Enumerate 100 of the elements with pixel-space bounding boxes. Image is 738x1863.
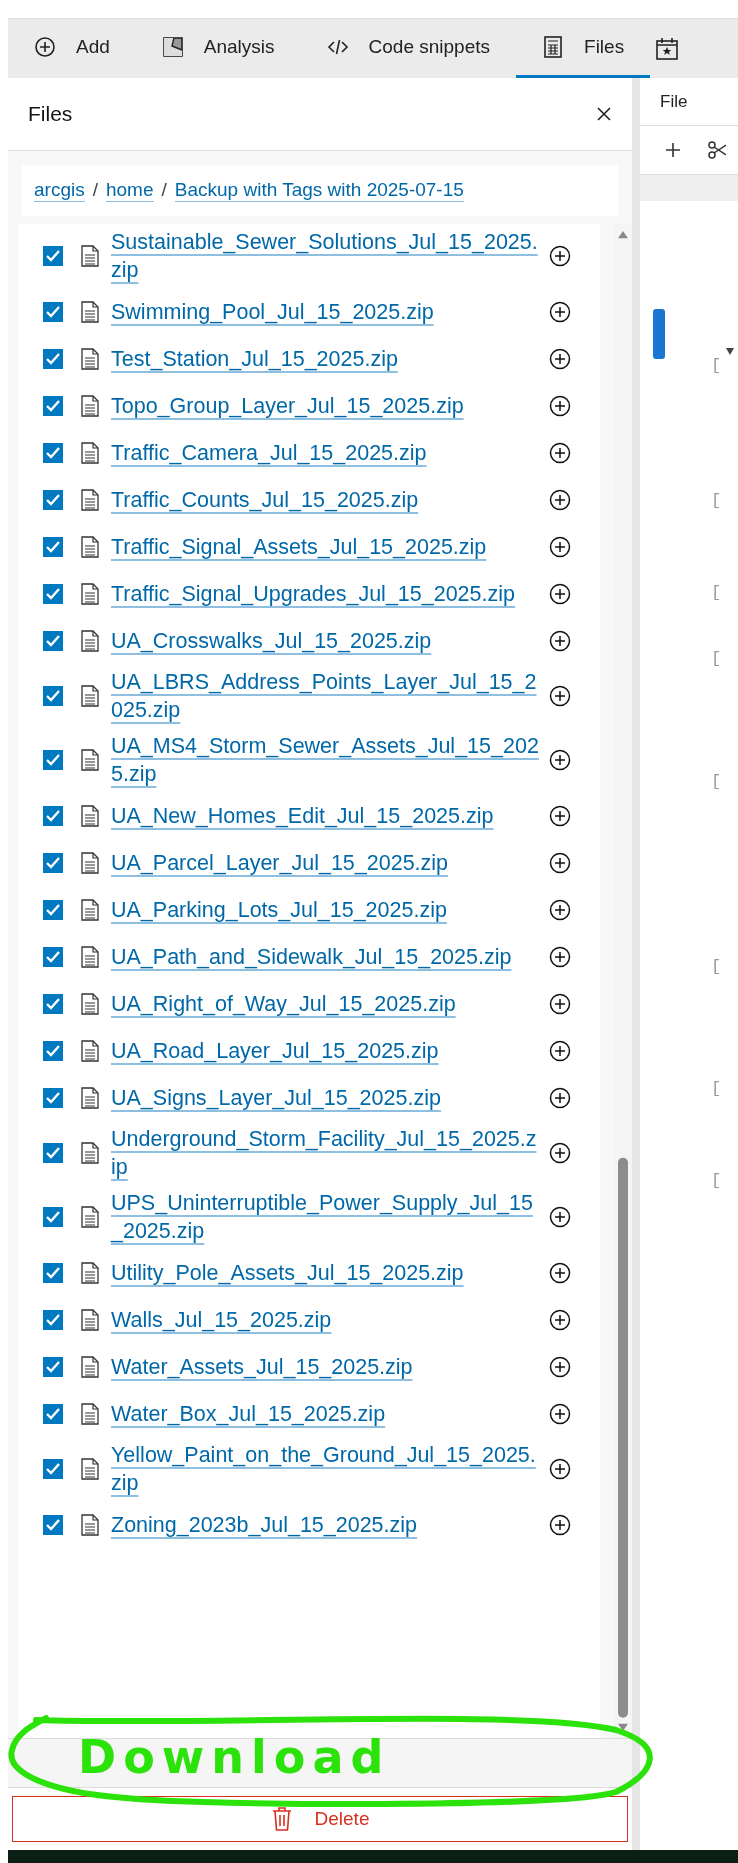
file-link[interactable]: Sustainable_Sewer_Solutions_Jul_15_2025.zip [111, 228, 541, 284]
document-icon [81, 1142, 99, 1164]
checkbox[interactable] [43, 583, 63, 604]
checkbox[interactable] [43, 1040, 63, 1061]
add-icon[interactable] [549, 1261, 571, 1284]
add-icon[interactable] [549, 582, 571, 605]
document-icon [81, 347, 99, 370]
file-link[interactable]: Traffic_Counts_Jul_15_2025.zip [111, 485, 419, 514]
checkbox[interactable] [43, 993, 63, 1014]
add-icon[interactable] [549, 898, 571, 921]
checkbox[interactable] [43, 946, 63, 967]
file-link[interactable]: UA_New_Homes_Edit_Jul_15_2025.zip [111, 801, 494, 830]
add-icon[interactable] [549, 1458, 571, 1480]
file-link[interactable]: Traffic_Signal_Upgrades_Jul_15_2025.zip [111, 579, 515, 608]
toolbar-tab[interactable]: Analysis [135, 19, 301, 78]
checkbox[interactable] [43, 1356, 63, 1377]
add-icon[interactable] [549, 851, 571, 874]
checkbox[interactable] [43, 442, 63, 463]
document-icon [81, 851, 99, 874]
file-link[interactable]: Utility_Pole_Assets_Jul_15_2025.zip [111, 1258, 464, 1287]
calendar-icon[interactable] [656, 36, 679, 61]
add-icon[interactable] [549, 347, 571, 370]
file-link[interactable]: Zoning_2023b_Jul_15_2025.zip [111, 1510, 418, 1539]
add-icon[interactable] [549, 1513, 571, 1536]
checkbox[interactable] [43, 301, 63, 322]
file-link[interactable]: UA_Signs_Layer_Jul_15_2025.zip [111, 1083, 441, 1112]
checkbox[interactable] [43, 805, 63, 826]
checkbox[interactable] [43, 1514, 63, 1535]
add-icon[interactable] [664, 141, 682, 159]
add-icon[interactable] [549, 300, 571, 323]
annotation-text: Download [78, 1730, 391, 1784]
menu-item[interactable]: File [660, 91, 688, 112]
add-icon[interactable] [549, 992, 571, 1015]
checkbox[interactable] [43, 1459, 63, 1479]
file-link[interactable]: UA_Right_of_Way_Jul_15_2025.zip [111, 989, 456, 1018]
close-icon[interactable] [596, 106, 612, 122]
checkbox[interactable] [43, 536, 63, 557]
checkbox[interactable] [43, 1309, 63, 1330]
toolbar-tab[interactable]: Code snippets [300, 19, 517, 78]
add-icon[interactable] [549, 1039, 571, 1062]
checkbox[interactable] [43, 899, 63, 920]
file-link[interactable]: UA_Parcel_Layer_Jul_15_2025.zip [111, 848, 449, 877]
file-link[interactable]: Swimming_Pool_Jul_15_2025.zip [111, 297, 434, 326]
add-icon[interactable] [549, 685, 571, 707]
file-link[interactable]: Yellow_Paint_on_the_Ground_Jul_15_2025.zip [111, 1441, 541, 1497]
checkbox[interactable] [43, 246, 63, 266]
add-icon[interactable] [549, 804, 571, 827]
add-icon[interactable] [549, 1308, 571, 1331]
file-link[interactable]: Water_Box_Jul_15_2025.zip [111, 1399, 386, 1428]
add-icon[interactable] [549, 749, 571, 771]
checkbox[interactable] [43, 686, 63, 706]
file-link[interactable]: UA_Road_Layer_Jul_15_2025.zip [111, 1036, 439, 1065]
file-link[interactable]: UPS_Uninterruptible_Power_Supply_Jul_15_2025.zip [111, 1189, 541, 1245]
add-icon[interactable] [549, 1402, 571, 1425]
tab-icon [34, 36, 56, 58]
file-link[interactable]: Underground_Storm_Facility_Jul_15_2025.zip [111, 1125, 541, 1181]
file-link[interactable]: UA_LBRS_Address_Points_Layer_Jul_15_2025.zip [111, 668, 541, 724]
add-icon[interactable] [549, 394, 571, 417]
breadcrumb-link[interactable]: Backup with Tags with 2025-07-15 [174, 179, 464, 202]
checkbox[interactable] [43, 1087, 63, 1108]
checkbox[interactable] [43, 1143, 63, 1163]
file-link[interactable]: Traffic_Signal_Assets_Jul_15_2025.zip [111, 532, 487, 561]
checkbox[interactable] [43, 1262, 63, 1283]
checkbox[interactable] [43, 348, 63, 369]
add-icon[interactable] [549, 945, 571, 968]
breadcrumb-separator: / [92, 179, 98, 202]
add-icon[interactable] [549, 488, 571, 511]
checkbox[interactable] [43, 1403, 63, 1424]
file-link[interactable]: Walls_Jul_15_2025.zip [111, 1305, 332, 1334]
add-icon[interactable] [549, 1142, 571, 1164]
checkbox[interactable] [43, 395, 63, 416]
checkbox[interactable] [43, 630, 63, 651]
breadcrumb-link[interactable]: arcgis [34, 179, 85, 202]
add-icon[interactable] [549, 535, 571, 558]
document-icon [81, 1355, 99, 1378]
checkbox[interactable] [43, 852, 63, 873]
file-link[interactable]: UA_Path_and_Sidewalk_Jul_15_2025.zip [111, 942, 512, 971]
cell-prompt: [ [711, 1171, 722, 1190]
add-icon[interactable] [549, 441, 571, 464]
document-icon [81, 1402, 99, 1425]
scissors-icon[interactable] [708, 141, 726, 159]
file-link[interactable]: UA_MS4_Storm_Sewer_Assets_Jul_15_2025.zip [111, 732, 541, 788]
file-link[interactable]: Water_Assets_Jul_15_2025.zip [111, 1352, 413, 1381]
add-icon[interactable] [549, 1355, 571, 1378]
checkbox[interactable] [43, 489, 63, 510]
add-icon[interactable] [549, 245, 571, 267]
checkbox[interactable] [43, 750, 63, 770]
file-link[interactable]: UA_Crosswalks_Jul_15_2025.zip [111, 626, 432, 655]
file-link[interactable]: Topo_Group_Layer_Jul_15_2025.zip [111, 391, 464, 420]
document-icon [81, 685, 99, 707]
collapse-icon[interactable] [726, 348, 734, 355]
file-link[interactable]: UA_Parking_Lots_Jul_15_2025.zip [111, 895, 447, 924]
toolbar-tab[interactable]: Add [8, 19, 136, 78]
add-icon[interactable] [549, 1086, 571, 1109]
file-link[interactable]: Traffic_Camera_Jul_15_2025.zip [111, 438, 427, 467]
breadcrumb-link[interactable]: home [105, 179, 154, 202]
checkbox[interactable] [43, 1207, 63, 1227]
file-link[interactable]: Test_Station_Jul_15_2025.zip [111, 344, 398, 373]
add-icon[interactable] [549, 629, 571, 652]
add-icon[interactable] [549, 1206, 571, 1228]
